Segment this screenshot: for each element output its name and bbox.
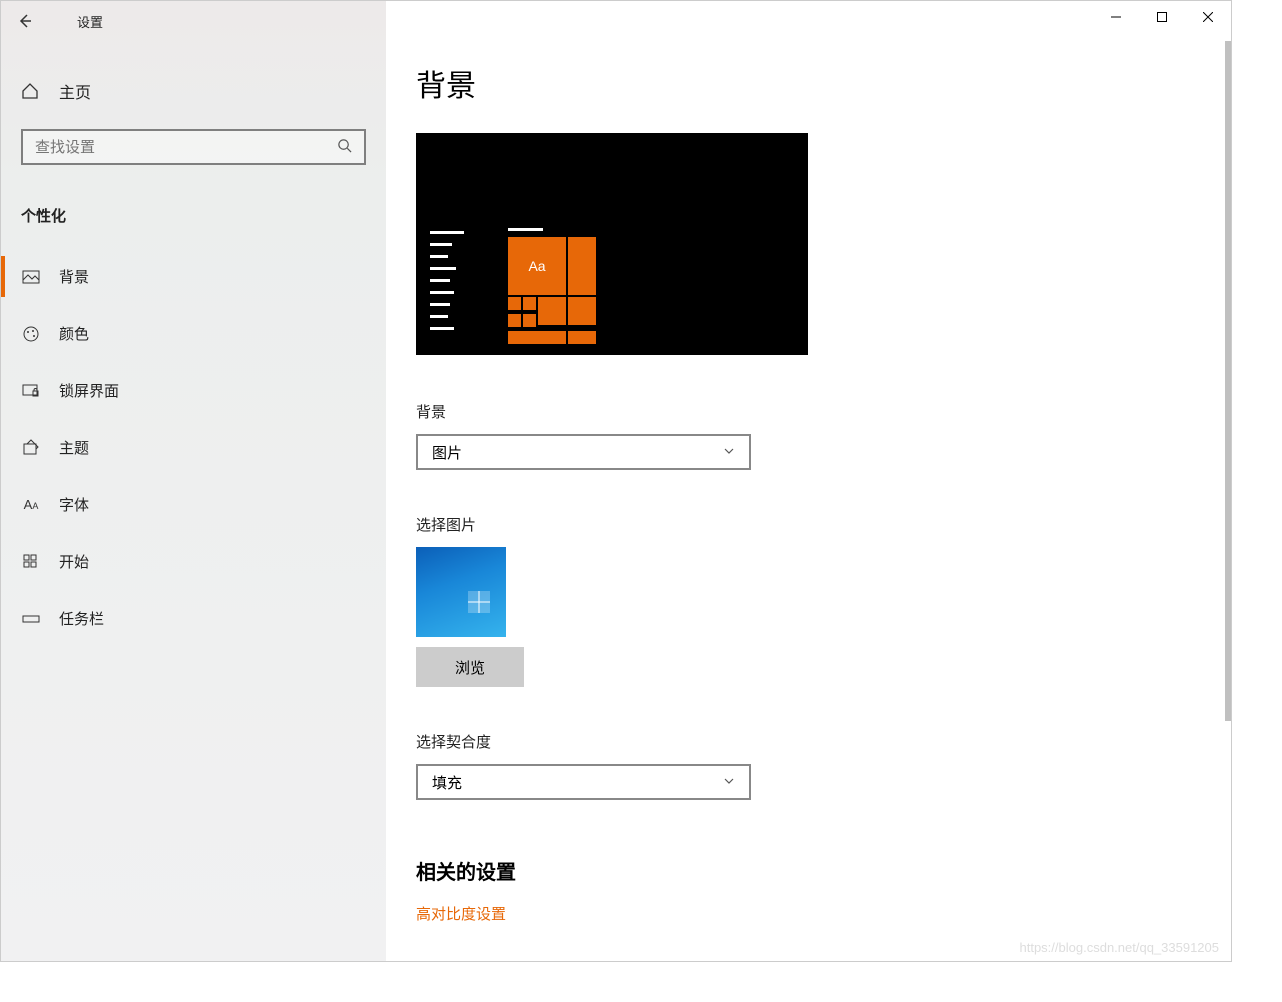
lockscreen-icon bbox=[21, 382, 41, 400]
nav-item-label: 锁屏界面 bbox=[59, 380, 119, 401]
home-label: 主页 bbox=[59, 79, 91, 103]
content-area: 背景 Aa bbox=[386, 1, 1231, 961]
watermark: https://blog.csdn.net/qq_33591205 bbox=[1020, 940, 1220, 955]
close-button[interactable] bbox=[1185, 1, 1231, 33]
category-title: 个性化 bbox=[1, 185, 386, 234]
preview-taskbar-lines bbox=[430, 231, 464, 330]
maximize-button[interactable] bbox=[1139, 1, 1185, 33]
search-icon bbox=[337, 138, 352, 157]
fit-value: 填充 bbox=[432, 772, 462, 793]
nav-item-themes[interactable]: 主题 bbox=[1, 419, 386, 476]
taskbar-icon bbox=[21, 610, 41, 628]
palette-icon bbox=[21, 325, 41, 343]
window-controls bbox=[386, 1, 1231, 41]
background-type-value: 图片 bbox=[432, 442, 462, 463]
chevron-down-icon bbox=[723, 444, 735, 461]
page-title: 背景 bbox=[416, 61, 1201, 105]
image-icon bbox=[21, 268, 41, 286]
minimize-button[interactable] bbox=[1093, 1, 1139, 33]
fit-label: 选择契合度 bbox=[416, 731, 1201, 752]
chevron-down-icon bbox=[723, 774, 735, 791]
nav-item-taskbar[interactable]: 任务栏 bbox=[1, 590, 386, 647]
nav-item-colors[interactable]: 颜色 bbox=[1, 305, 386, 362]
nav-item-label: 背景 bbox=[59, 266, 89, 287]
high-contrast-link[interactable]: 高对比度设置 bbox=[416, 903, 1201, 924]
back-button[interactable] bbox=[1, 1, 49, 41]
preview-tile-sample: Aa bbox=[508, 237, 566, 295]
nav-item-lockscreen[interactable]: 锁屏界面 bbox=[1, 362, 386, 419]
window-title: 设置 bbox=[77, 12, 103, 31]
nav-item-background[interactable]: 背景 bbox=[1, 248, 386, 305]
titlebar: 设置 bbox=[1, 1, 386, 41]
background-label: 背景 bbox=[416, 401, 1201, 422]
nav-item-fonts[interactable]: AA 字体 bbox=[1, 476, 386, 533]
start-icon bbox=[21, 553, 41, 571]
search-input-wrap[interactable] bbox=[21, 129, 366, 165]
nav-item-label: 颜色 bbox=[59, 323, 89, 344]
browse-button[interactable]: 浏览 bbox=[416, 647, 524, 687]
nav-item-label: 主题 bbox=[59, 437, 89, 458]
background-type-dropdown[interactable]: 图片 bbox=[416, 434, 751, 470]
theme-icon bbox=[21, 439, 41, 457]
home-icon bbox=[21, 82, 41, 100]
sidebar: 设置 主页 个性化 背景 颜色 bbox=[1, 1, 386, 961]
picture-thumbnail[interactable] bbox=[416, 547, 506, 637]
nav-item-label: 开始 bbox=[59, 551, 89, 572]
nav-item-label: 任务栏 bbox=[59, 608, 104, 629]
preview-tiles: Aa bbox=[508, 237, 596, 346]
desktop-preview: Aa bbox=[416, 133, 808, 355]
back-arrow-icon bbox=[17, 13, 33, 29]
search-input[interactable] bbox=[35, 139, 337, 156]
scrollbar[interactable] bbox=[1225, 41, 1231, 721]
fit-dropdown[interactable]: 填充 bbox=[416, 764, 751, 800]
font-icon: AA bbox=[21, 497, 41, 512]
choose-picture-label: 选择图片 bbox=[416, 514, 1201, 535]
nav-item-label: 字体 bbox=[59, 494, 89, 515]
home-button[interactable]: 主页 bbox=[1, 67, 386, 115]
nav-list: 背景 颜色 锁屏界面 主题 AA 字体 开始 bbox=[1, 248, 386, 647]
related-settings-title: 相关的设置 bbox=[416, 856, 1201, 885]
nav-item-start[interactable]: 开始 bbox=[1, 533, 386, 590]
